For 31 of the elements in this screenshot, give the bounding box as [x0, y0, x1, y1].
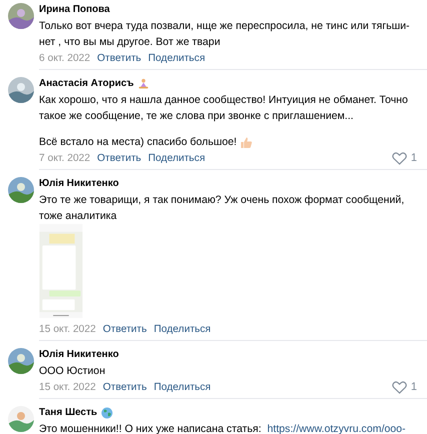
share-link[interactable]: Поделиться: [154, 324, 211, 334]
meditating-person-icon: [138, 78, 149, 89]
author-name[interactable]: Анастасія Аторисъ: [39, 78, 134, 89]
author-name[interactable]: Ирина Попова: [39, 4, 110, 15]
thumbs-up-icon: [240, 136, 253, 148]
comment-text: Это те же товарищи, я так понимаю? Уж очень похож формат сообщений, тоже аналитика: [39, 193, 404, 224]
share-link[interactable]: Поделиться: [148, 152, 206, 164]
heart-icon[interactable]: [392, 380, 407, 394]
comment-date: 7 окт. 2022: [39, 152, 90, 164]
reply-link[interactable]: Ответить: [102, 382, 147, 392]
comment-date: 15 окт. 2022: [39, 382, 96, 392]
globe-icon: [101, 406, 114, 418]
heart-icon[interactable]: [392, 152, 407, 164]
comment-date: 6 окт. 2022: [39, 52, 90, 64]
author-name[interactable]: Таня Шесть: [39, 407, 98, 418]
reply-link[interactable]: Ответить: [102, 324, 147, 334]
share-link[interactable]: Поделиться: [154, 382, 211, 392]
reply-link[interactable]: Ответить: [97, 152, 142, 164]
like-count: 1: [410, 152, 417, 164]
reply-link[interactable]: Ответить: [97, 52, 142, 64]
comment-date: 15 окт. 2022: [39, 324, 96, 334]
author-name[interactable]: Юлія Никитенко: [39, 349, 119, 360]
author-name[interactable]: Юлія Никитенко: [39, 178, 119, 189]
comment-text: Только вот вчера туда позвали, нще же переспросила, не тинс или тягьши- нет , что вы мы другое. Вот же твари: [39, 19, 410, 50]
share-link[interactable]: Поделиться: [148, 52, 206, 64]
comment-text: Это мошенники!! О них уже написана статья:: [39, 422, 262, 434]
comment-text: ООО Юстион: [39, 364, 106, 379]
comment-text: Всё встало на места) спасибо большое!: [39, 135, 237, 150]
link[interactable]: https://www.otzyvru.com/ooo-: [267, 421, 406, 434]
comment-text: Как хорошо, что я нашла данное сообщество! Интуиция не обманет. Точно такое же сообщение, те же слова при звонке с приглашением...: [39, 93, 408, 124]
like-count: 1: [410, 381, 417, 393]
